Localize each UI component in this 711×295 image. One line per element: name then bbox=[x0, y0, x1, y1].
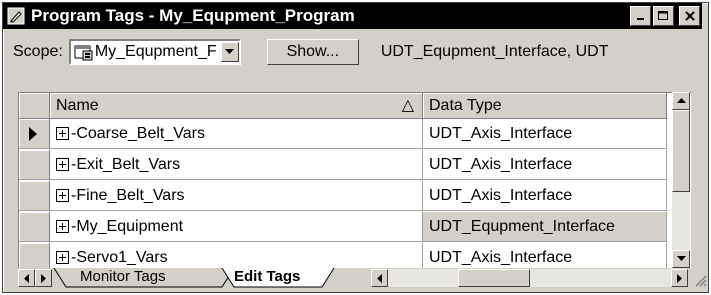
tag-name-cell[interactable]: -Coarse_Belt_Vars bbox=[50, 119, 423, 149]
arrow-down-icon bbox=[676, 256, 686, 261]
data-type-cell[interactable]: UDT_Axis_Interface bbox=[423, 119, 667, 149]
header-corner bbox=[19, 93, 50, 119]
tab-monitor-tags[interactable]: Monitor Tags bbox=[80, 268, 166, 288]
tag-name: -Coarse_Belt_Vars bbox=[71, 124, 205, 142]
close-button[interactable] bbox=[679, 6, 700, 26]
minimize-icon bbox=[636, 18, 644, 20]
horizontal-scroll-thumb[interactable] bbox=[458, 269, 530, 287]
data-type-cell[interactable]: UDT_Axis_Interface bbox=[423, 243, 667, 269]
tab-scroll-left-button[interactable] bbox=[18, 269, 35, 287]
minimize-button[interactable] bbox=[630, 6, 651, 26]
arrow-left-icon bbox=[376, 273, 382, 283]
scope-dropdown[interactable]: My_Equpment_F bbox=[68, 39, 241, 65]
tag-name: -My_Equipment bbox=[71, 217, 184, 235]
window-title: Program Tags - My_Equpment_Program bbox=[31, 6, 355, 25]
tab-edit-tags[interactable]: Edit Tags bbox=[234, 268, 300, 288]
scope-label: Scope: bbox=[13, 43, 63, 60]
tag-name-cell[interactable]: -Servo1_Vars bbox=[50, 243, 423, 269]
hscroll-left-button[interactable] bbox=[371, 269, 388, 287]
row-selector[interactable] bbox=[19, 150, 50, 180]
show-filter-text: UDT_Equpment_Interface, UDT bbox=[380, 43, 609, 60]
sort-ascending-icon: △ bbox=[401, 96, 414, 114]
table-row[interactable]: -Coarse_Belt_Vars UDT_Axis_Interface bbox=[19, 119, 691, 150]
table-row[interactable]: -Fine_Belt_Vars UDT_Axis_Interface bbox=[19, 181, 691, 212]
expand-plus-icon[interactable] bbox=[56, 158, 69, 171]
row-selector[interactable] bbox=[19, 181, 50, 211]
row-selector[interactable] bbox=[19, 119, 50, 149]
show-button[interactable]: Show... bbox=[266, 39, 359, 65]
tab-scroll-right-button[interactable] bbox=[35, 269, 52, 287]
vertical-scroll-thumb[interactable] bbox=[672, 110, 690, 192]
row-selector[interactable] bbox=[19, 243, 50, 269]
data-type-header-label: Data Type bbox=[429, 97, 502, 114]
table-row[interactable]: -Exit_Belt_Vars UDT_Axis_Interface bbox=[19, 150, 691, 181]
data-type-column-header[interactable]: Data Type bbox=[423, 93, 667, 119]
arrow-up-icon bbox=[676, 98, 686, 103]
scroll-up-button[interactable] bbox=[672, 92, 690, 110]
tag-name-cell[interactable]: -My_Equipment bbox=[50, 212, 423, 242]
maximize-icon bbox=[658, 11, 668, 20]
tag-name: -Exit_Belt_Vars bbox=[71, 155, 181, 173]
current-row-arrow-icon bbox=[29, 127, 37, 141]
close-icon bbox=[684, 11, 695, 21]
expand-plus-icon[interactable] bbox=[56, 127, 69, 140]
expand-plus-icon[interactable] bbox=[56, 251, 69, 264]
tag-name-cell[interactable]: -Fine_Belt_Vars bbox=[50, 181, 423, 211]
resize-grip-icon[interactable] bbox=[690, 270, 708, 288]
tab-bar: Monitor Tags Edit Tags bbox=[18, 268, 708, 288]
tag-name-cell[interactable]: -Exit_Belt_Vars bbox=[50, 150, 423, 180]
name-column-header[interactable]: Name △ bbox=[50, 93, 423, 119]
title-bar[interactable]: Program Tags - My_Equpment_Program bbox=[3, 3, 702, 29]
tag-name: -Servo1_Vars bbox=[71, 248, 168, 266]
name-header-label: Name bbox=[56, 96, 99, 114]
arrow-right-icon bbox=[40, 273, 46, 283]
arrow-right-icon bbox=[676, 273, 682, 283]
toolbar: Scope: My_Equpment_F Show... UDT_Equpmen… bbox=[3, 32, 702, 72]
scope-dropdown-arrow[interactable] bbox=[220, 42, 239, 62]
expand-plus-icon[interactable] bbox=[56, 189, 69, 202]
expand-plus-icon[interactable] bbox=[56, 220, 69, 233]
arrow-left-icon bbox=[23, 273, 29, 283]
maximize-button[interactable] bbox=[653, 6, 674, 26]
tag-name: -Fine_Belt_Vars bbox=[71, 186, 185, 204]
scroll-down-button[interactable] bbox=[672, 250, 690, 268]
program-icon bbox=[74, 45, 93, 61]
scope-value: My_Equpment_F bbox=[94, 43, 217, 60]
data-type-cell[interactable]: UDT_Axis_Interface bbox=[423, 150, 667, 180]
pencil-icon bbox=[7, 7, 25, 25]
hscroll-right-button[interactable] bbox=[671, 269, 688, 287]
table-row[interactable]: -Servo1_Vars UDT_Axis_Interface bbox=[19, 243, 691, 269]
row-selector[interactable] bbox=[19, 212, 50, 242]
chevron-down-icon bbox=[225, 49, 235, 54]
vertical-scrollbar[interactable] bbox=[672, 92, 690, 268]
data-type-cell[interactable]: UDT_Axis_Interface bbox=[423, 181, 667, 211]
data-type-cell[interactable]: UDT_Equpment_Interface bbox=[423, 212, 667, 242]
table-row[interactable]: -My_Equipment UDT_Equpment_Interface bbox=[19, 212, 691, 243]
tags-grid: Name △ Data Type -Coarse_Belt_Vars UDT_A… bbox=[18, 92, 691, 269]
horizontal-scroll-track[interactable] bbox=[388, 269, 686, 287]
